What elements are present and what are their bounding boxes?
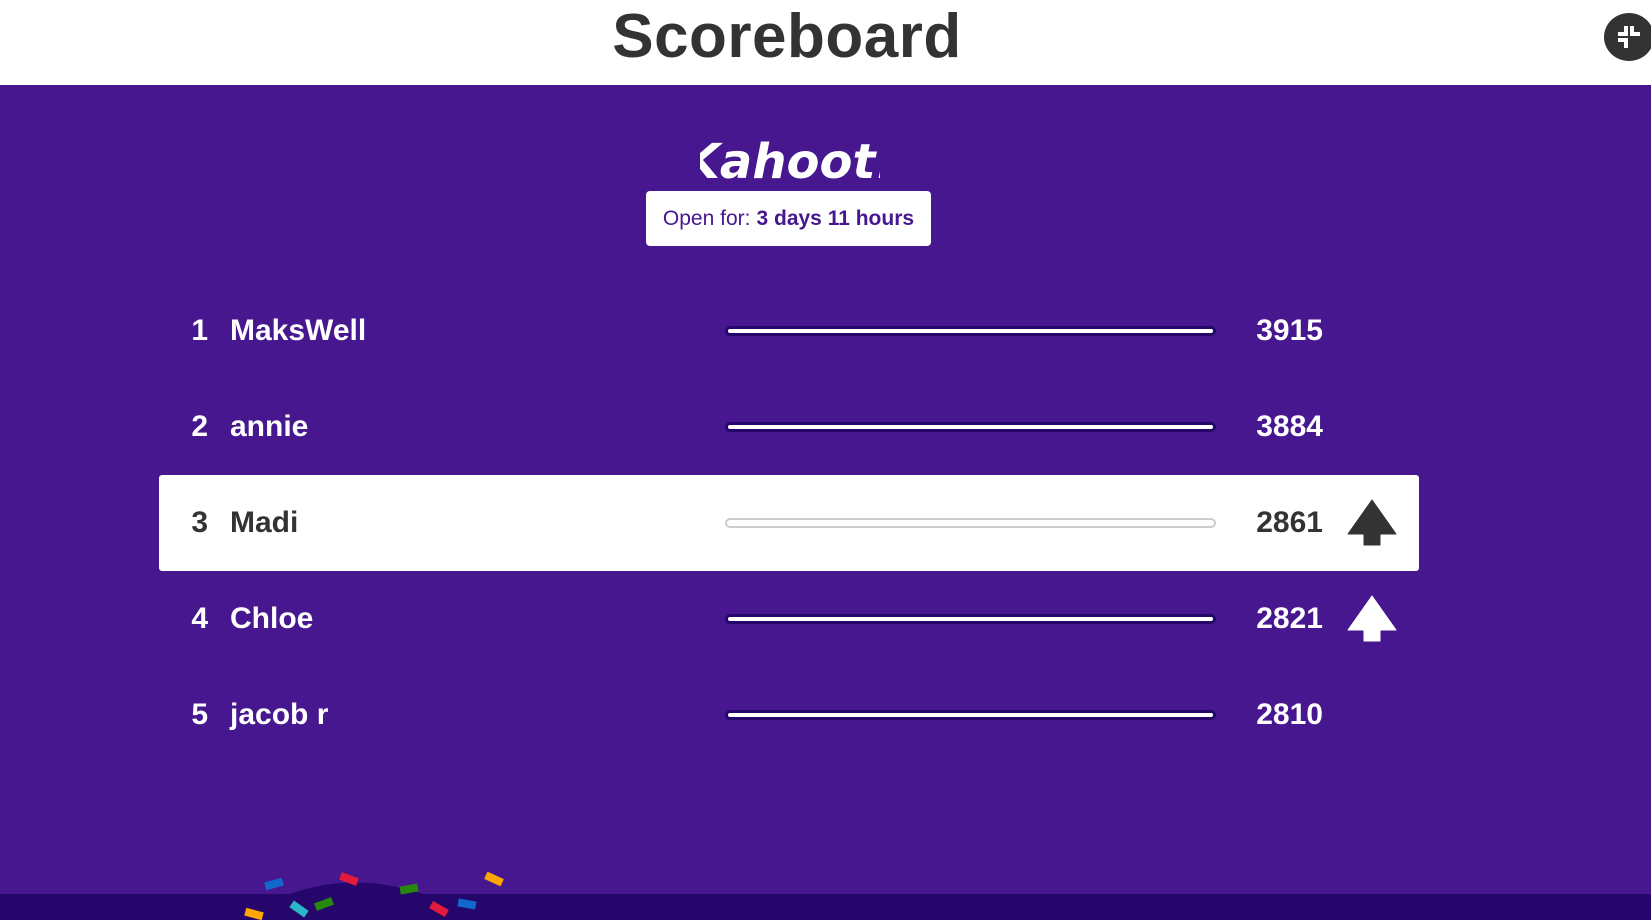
exit-fullscreen-button[interactable] (1604, 13, 1651, 61)
score-bar (725, 710, 1216, 720)
player-name: Chloe (230, 602, 314, 635)
player-name: MaksWell (230, 314, 367, 347)
open-label: Open for: (662, 206, 751, 230)
open-status-badge: Open for: 3 days 11 hours (646, 191, 931, 246)
score-bar (725, 614, 1216, 624)
page-title: Scoreboard (612, 2, 962, 71)
scoreboard-row: 4 Chloe 2821 (159, 571, 1419, 667)
score-bar (725, 422, 1216, 432)
player-score: 2821 (1256, 602, 1323, 635)
exit-fullscreen-icon (1618, 26, 1640, 48)
player-name: annie (230, 410, 309, 443)
scoreboard-row: 5 jacob r 2810 (159, 667, 1419, 763)
rank-up-arrow-icon (1347, 595, 1397, 642)
rank-up-arrow-icon (1347, 499, 1397, 546)
player-name: Madi (230, 506, 299, 539)
row-rank: 1 (191, 314, 208, 347)
player-score: 2810 (1256, 698, 1323, 731)
scoreboard-row: 1 MaksWell 3915 (159, 283, 1419, 379)
svg-text:Kahoot!: Kahoot! (700, 134, 880, 190)
top-bar: Scoreboard (0, 0, 1651, 85)
row-rank: 3 (191, 506, 208, 539)
open-duration: 3 days 11 hours (756, 206, 915, 230)
kahoot-logo: Kahoot! (683, 128, 898, 192)
confetti-decoration (240, 871, 504, 920)
player-name: jacob r (230, 698, 329, 731)
scoreboard-row-highlighted: 3 Madi 2861 (159, 475, 1419, 571)
player-score: 2861 (1256, 506, 1323, 539)
row-rank: 2 (191, 410, 208, 443)
row-rank: 4 (191, 602, 208, 635)
scoreboard-row: 2 annie 3884 (159, 379, 1419, 475)
score-bar (725, 326, 1216, 336)
player-score: 3915 (1256, 314, 1323, 347)
score-bar (725, 518, 1216, 528)
player-score: 3884 (1256, 410, 1323, 443)
row-rank: 5 (191, 698, 208, 731)
